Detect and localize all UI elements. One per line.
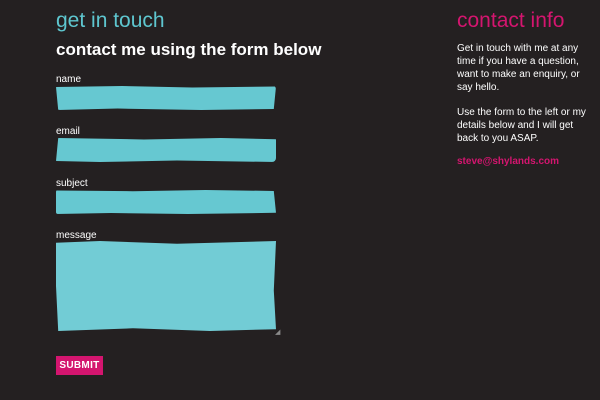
message-textarea[interactable] xyxy=(56,241,276,331)
submit-button[interactable]: SUBMIT xyxy=(56,356,103,375)
contact-info-paragraph-2: Use the form to the left or my details b… xyxy=(457,107,586,144)
contact-info-title: contact info xyxy=(457,9,565,32)
email-input[interactable] xyxy=(56,138,276,162)
get-in-touch-title: get in touch xyxy=(56,9,165,32)
email-link[interactable]: steve@shylands.com xyxy=(457,156,559,167)
subject-label: subject xyxy=(56,178,88,189)
contact-page: get in touch contact me using the form b… xyxy=(0,0,600,400)
resize-grip-icon[interactable]: ◢ xyxy=(275,329,281,336)
name-label: name xyxy=(56,74,82,85)
name-input[interactable] xyxy=(56,86,276,110)
message-label: message xyxy=(56,230,97,241)
form-heading: contact me using the form below xyxy=(56,40,322,59)
subject-input[interactable] xyxy=(56,190,276,214)
email-label: email xyxy=(56,126,80,137)
contact-info-paragraph-1: Get in touch with me at any time if you … xyxy=(457,43,580,93)
